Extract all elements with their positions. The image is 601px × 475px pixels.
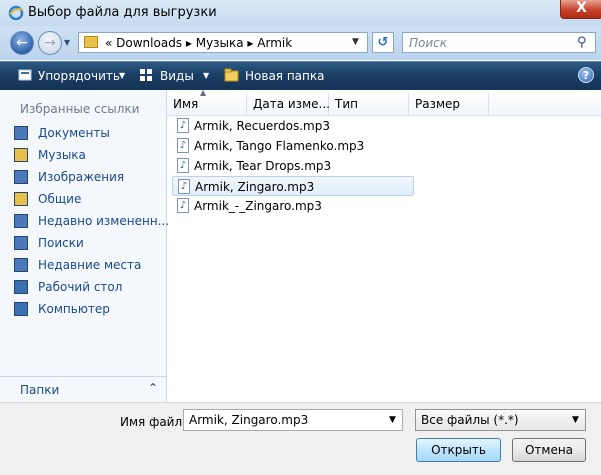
recent-changed-icon (14, 214, 28, 228)
sidebar-item[interactable]: Недавние места (14, 256, 164, 276)
address-bar[interactable]: « Downloads ▸ Музыка ▸ Armik ▼ (78, 32, 368, 53)
sidebar-item[interactable]: Компьютер (14, 300, 164, 320)
new-folder-icon (224, 68, 239, 82)
new-folder-button[interactable]: Новая папка (245, 69, 324, 83)
sidebar-item[interactable]: Рабочий стол (14, 278, 164, 298)
sidebar-item-label: Поиски (38, 236, 84, 250)
title-bar: Выбор файла для выгрузки X (0, 0, 601, 27)
computer-icon (14, 302, 28, 316)
organize-button[interactable]: Упорядочить (38, 69, 120, 83)
file-row[interactable]: ♪ Armik_-_Zingaro.mp3 (172, 196, 414, 216)
public-folder-icon (14, 192, 28, 206)
folders-bar[interactable]: Папки ⌃ (0, 376, 166, 402)
views-button[interactable]: Виды (160, 69, 194, 83)
audio-file-icon: ♪ (178, 179, 190, 194)
refresh-button[interactable]: ↺ (372, 32, 394, 53)
audio-file-icon: ♪ (177, 138, 189, 153)
breadcrumb[interactable]: « Downloads ▸ Музыка ▸ Armik (105, 36, 292, 50)
filetype-dropdown-icon[interactable]: ▼ (572, 415, 579, 425)
file-name: Armik, Recuerdos.mp3 (194, 119, 330, 133)
sidebar-item[interactable]: Общие (14, 190, 164, 210)
file-name: Armik, Zingaro.mp3 (195, 180, 315, 194)
cancel-button[interactable]: Отмена (512, 438, 586, 462)
search-input[interactable]: Поиск ⚲ (402, 32, 596, 53)
filename-input[interactable]: Armik, Zingaro.mp3 ▼ (183, 409, 403, 431)
column-name[interactable]: Имя (167, 93, 247, 115)
sidebar-item[interactable]: Поиски (14, 234, 164, 254)
file-name: Armik_-_Zingaro.mp3 (194, 199, 322, 213)
filename-value: Armik, Zingaro.mp3 (189, 413, 309, 427)
folders-label: Папки (20, 383, 60, 397)
folder-icon (84, 36, 98, 48)
audio-file-icon: ♪ (177, 158, 189, 173)
back-button[interactable]: ← (10, 31, 34, 55)
sidebar-item[interactable]: Документы (14, 124, 164, 144)
arrow-left-icon: ← (16, 35, 28, 51)
close-button[interactable]: X (560, 0, 601, 19)
sidebar-item[interactable]: Недавно измененн... (14, 212, 169, 232)
organize-dropdown-icon[interactable]: ▼ (119, 71, 125, 80)
file-row[interactable]: ♪ Armik, Recuerdos.mp3 (172, 116, 414, 136)
file-name: Armik, Tear Drops.mp3 (194, 159, 332, 173)
sidebar-item-label: Рабочий стол (38, 280, 123, 294)
sidebar-item-label: Недавние места (38, 258, 142, 272)
desktop-icon (14, 280, 28, 294)
filetype-select[interactable]: Все файлы (*.*) ▼ (415, 409, 586, 431)
arrow-right-icon: → (44, 35, 56, 51)
views-dropdown-icon[interactable]: ▼ (203, 71, 209, 80)
sort-ascending-icon: ▲ (200, 88, 207, 97)
file-name: Armik, Tango Flamenko.mp3 (194, 139, 365, 153)
filetype-value: Все файлы (*.*) (421, 413, 519, 427)
music-folder-icon (14, 148, 28, 162)
column-header-row: Имя Дата изме... Тип Размер (167, 93, 601, 116)
recent-places-icon (14, 258, 28, 272)
sidebar-item-label: Изображения (38, 170, 125, 184)
sidebar-item-label: Музыка (38, 148, 86, 162)
window-title: Выбор файла для выгрузки (28, 5, 217, 20)
audio-file-icon: ♪ (177, 118, 189, 133)
searches-icon (14, 236, 28, 250)
column-size[interactable]: Размер (409, 93, 489, 115)
favorite-links-header: Избранные ссылки (20, 102, 140, 116)
sidebar-item-label: Документы (38, 126, 110, 140)
search-icon[interactable]: ⚲ (577, 35, 587, 50)
search-placeholder: Поиск (409, 36, 448, 50)
refresh-icon: ↺ (377, 35, 389, 50)
sidebar-item[interactable]: Изображения (14, 168, 164, 188)
ie-logo-icon (8, 5, 24, 21)
recent-pages-dropdown-icon[interactable]: ▼ (64, 38, 70, 47)
command-toolbar: Упорядочить ▼ Виды ▼ Новая папка (0, 61, 601, 90)
file-row[interactable]: ♪ Armik, Tango Flamenko.mp3 (172, 136, 414, 156)
organize-icon (18, 69, 32, 81)
sidebar-item-label: Общие (38, 192, 82, 206)
sidebar-item[interactable]: Музыка (14, 146, 164, 166)
chevron-up-icon[interactable]: ⌃ (148, 381, 158, 395)
forward-button[interactable]: → (38, 31, 62, 55)
help-button[interactable]: ? (578, 67, 594, 83)
file-row[interactable]: ♪ Armik, Zingaro.mp3 (172, 176, 414, 196)
filename-dropdown-icon[interactable]: ▼ (389, 415, 396, 425)
file-row[interactable]: ♪ Armik, Tear Drops.mp3 (172, 156, 414, 176)
pictures-icon (14, 170, 28, 184)
sidebar-item-label: Недавно измененн... (38, 214, 170, 228)
views-icon (140, 69, 152, 81)
documents-icon (14, 126, 28, 140)
sidebar-item-label: Компьютер (38, 302, 110, 316)
column-date-modified[interactable]: Дата изме... (247, 93, 330, 115)
open-button[interactable]: Открыть (416, 438, 501, 462)
audio-file-icon: ♪ (177, 198, 189, 213)
column-type[interactable]: Тип (329, 93, 409, 115)
address-dropdown-icon[interactable]: ▼ (352, 37, 359, 47)
